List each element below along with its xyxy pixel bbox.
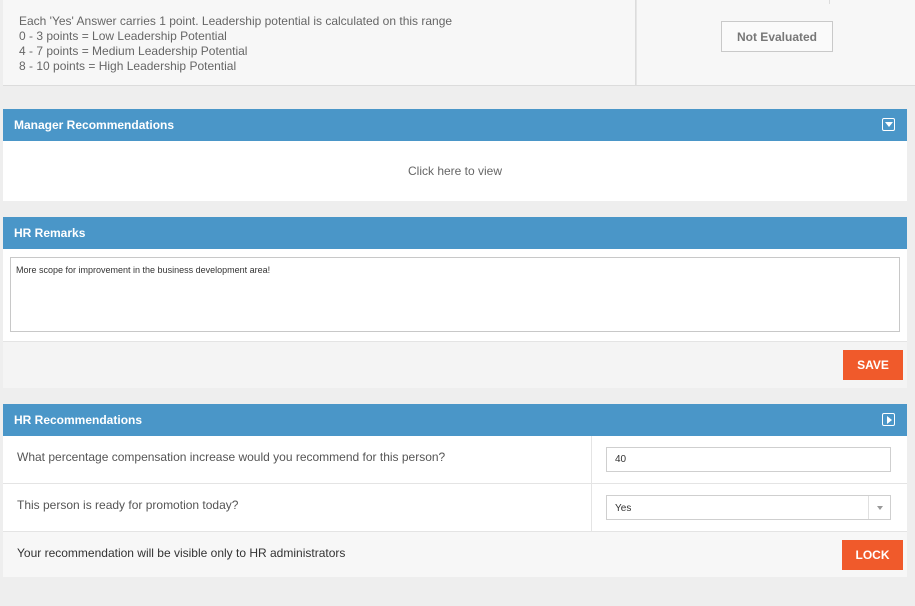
compensation-row: What percentage compensation increase wo… bbox=[3, 436, 907, 484]
panel-title: HR Remarks bbox=[14, 226, 86, 240]
promotion-ready-select[interactable]: Yes bbox=[606, 495, 891, 520]
visibility-note: Your recommendation will be visible only… bbox=[17, 546, 346, 560]
recommendation-footer: Your recommendation will be visible only… bbox=[3, 532, 907, 577]
promotion-question: This person is ready for promotion today… bbox=[3, 484, 592, 531]
promotion-row: This person is ready for promotion today… bbox=[3, 484, 907, 532]
scoring-line: 0 - 3 points = Low Leadership Potential bbox=[19, 29, 227, 43]
panel-title: Manager Recommendations bbox=[14, 118, 175, 132]
leadership-scoring-box: Each 'Yes' Answer carries 1 point. Leade… bbox=[3, 0, 915, 86]
evaluation-status-badge: Not Evaluated bbox=[721, 21, 833, 52]
panel-title: HR Recommendations bbox=[14, 413, 143, 427]
compensation-percentage-input[interactable] bbox=[606, 447, 891, 472]
expand-right-icon[interactable] bbox=[882, 413, 895, 426]
scoring-line: 8 - 10 points = High Leadership Potentia… bbox=[19, 59, 237, 73]
hr-remarks-body: More scope for improvement in the busine… bbox=[3, 249, 907, 342]
hr-remarks-header: HR Remarks bbox=[3, 217, 907, 249]
manager-recommendations-header[interactable]: Manager Recommendations bbox=[3, 109, 907, 141]
promotion-answer-cell: Yes bbox=[592, 484, 907, 531]
scoring-status-cell: Not Evaluated bbox=[636, 0, 915, 85]
scoring-line: Each 'Yes' Answer carries 1 point. Leade… bbox=[19, 14, 453, 28]
scoring-line: 4 - 7 points = Medium Leadership Potenti… bbox=[19, 44, 248, 58]
compensation-question: What percentage compensation increase wo… bbox=[3, 436, 592, 483]
hr-recommendations-panel: HR Recommendations What percentage compe… bbox=[3, 404, 907, 577]
compensation-answer-cell bbox=[592, 436, 907, 483]
save-button[interactable]: SAVE bbox=[843, 350, 903, 380]
view-manager-recommendations-link[interactable]: Click here to view bbox=[3, 141, 907, 201]
chevron-down-icon[interactable] bbox=[868, 496, 890, 519]
hr-remarks-panel: HR Remarks More scope for improvement in… bbox=[3, 217, 907, 388]
hr-remarks-textarea[interactable]: More scope for improvement in the busine… bbox=[10, 257, 900, 332]
collapse-down-icon[interactable] bbox=[882, 118, 895, 131]
hr-recommendations-header[interactable]: HR Recommendations bbox=[3, 404, 907, 436]
divider bbox=[829, 0, 830, 4]
manager-recommendations-panel: Manager Recommendations Click here to vi… bbox=[3, 109, 907, 201]
lock-button[interactable]: LOCK bbox=[842, 540, 903, 570]
select-value: Yes bbox=[615, 503, 632, 514]
scoring-description: Each 'Yes' Answer carries 1 point. Leade… bbox=[3, 0, 636, 85]
